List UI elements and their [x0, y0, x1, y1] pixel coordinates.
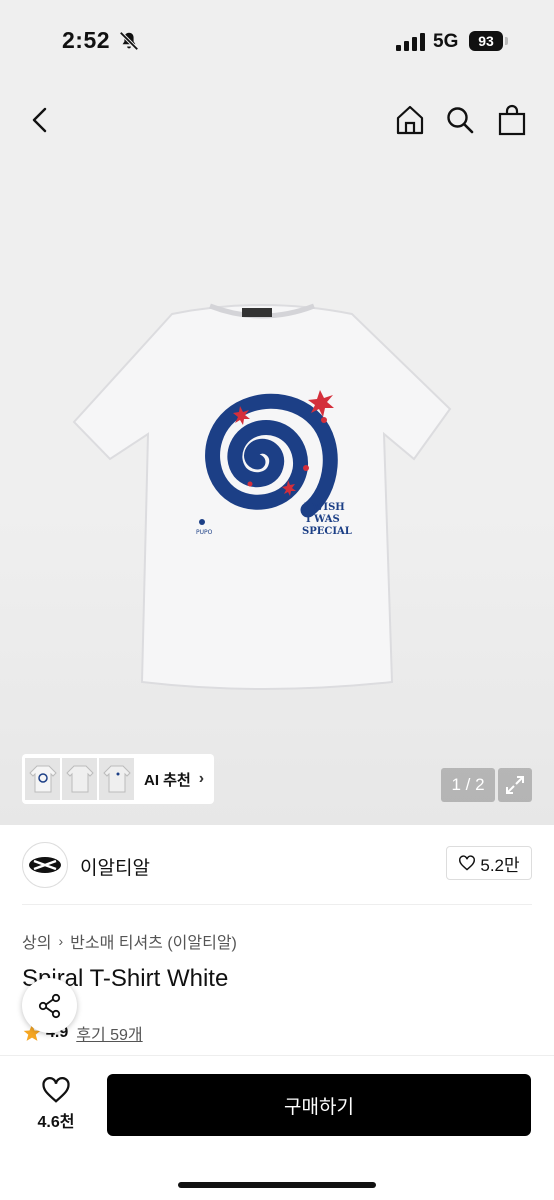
brand-name[interactable]: 이알티알 — [80, 853, 150, 880]
shirt-small-text: PUPO — [196, 529, 213, 536]
breadcrumb: 상의 › 반소매 티셔츠 (이알티알) — [22, 929, 237, 953]
wishlist-button[interactable]: 4.6천 — [22, 1076, 90, 1132]
ai-recommend-button[interactable]: AI 추천 › — [144, 769, 204, 790]
chevron-right-icon: › — [198, 770, 205, 787]
home-indicator — [178, 1182, 376, 1188]
chevron-right-icon: › — [58, 933, 64, 949]
buy-button[interactable]: 구매하기 — [107, 1074, 531, 1136]
expand-button[interactable] — [498, 768, 532, 802]
brand-like-count: 5.2만 — [480, 855, 520, 875]
divider — [22, 904, 532, 905]
heart-icon — [42, 1077, 70, 1103]
battery-icon: 93 — [469, 31, 503, 51]
thumbnail-1[interactable] — [25, 758, 60, 800]
thumbnail-tshirt-icon — [28, 765, 57, 793]
thumbnail-strip[interactable]: AI 추천 › — [22, 754, 214, 804]
search-icon — [447, 107, 474, 134]
shirt-print-line-2: I WAS — [306, 514, 340, 525]
thumbnail-3[interactable] — [99, 758, 134, 800]
thumbnail-tshirt-icon — [102, 765, 131, 793]
cart-button[interactable] — [494, 102, 530, 138]
thumbnail-2[interactable] — [62, 758, 97, 800]
network-type: 5G — [433, 31, 459, 52]
bottom-action-bar: 4.6천 구매하기 — [0, 1055, 554, 1200]
product-gallery[interactable]: I WISH I WAS SPECIAL PUPO AI 추천 › 1 / 2 — [0, 84, 554, 825]
brand-logo[interactable] — [22, 842, 68, 888]
thumbnail-tshirt-icon — [65, 765, 94, 793]
share-icon — [38, 993, 60, 1018]
brand-row: 이알티알 5.2만 — [0, 838, 554, 894]
search-button[interactable] — [442, 102, 478, 138]
expand-icon — [506, 776, 524, 794]
back-icon — [32, 107, 47, 133]
shopping-bag-icon — [498, 104, 526, 136]
shirt-print-line-1: I WISH — [304, 502, 345, 513]
status-bar: 2:52 5G 93 — [0, 0, 554, 84]
shirt-print-line-3: SPECIAL — [302, 526, 352, 537]
brand-logo-icon — [29, 857, 61, 873]
back-button[interactable] — [22, 102, 58, 138]
status-time: 2:52 — [62, 27, 111, 53]
wishlist-count: 4.6천 — [37, 1114, 75, 1131]
home-button[interactable] — [392, 102, 428, 138]
home-icon — [396, 105, 424, 135]
breadcrumb-subcategory[interactable]: 반소매 티셔츠 (이알티알) — [70, 929, 237, 953]
brand-like-button[interactable]: 5.2만 — [446, 846, 532, 880]
review-link[interactable]: 후기 59개 — [76, 1021, 142, 1045]
image-page-counter: 1 / 2 — [441, 768, 495, 802]
signal-icon — [396, 33, 425, 51]
share-button[interactable] — [22, 978, 77, 1033]
product-image-tshirt[interactable]: I WISH I WAS SPECIAL PUPO — [62, 294, 462, 694]
bell-off-icon — [119, 31, 139, 51]
heart-icon — [459, 855, 476, 871]
ai-recommend-label: AI 추천 — [144, 771, 191, 789]
breadcrumb-category[interactable]: 상의 — [22, 929, 51, 953]
battery-tip — [505, 37, 508, 45]
